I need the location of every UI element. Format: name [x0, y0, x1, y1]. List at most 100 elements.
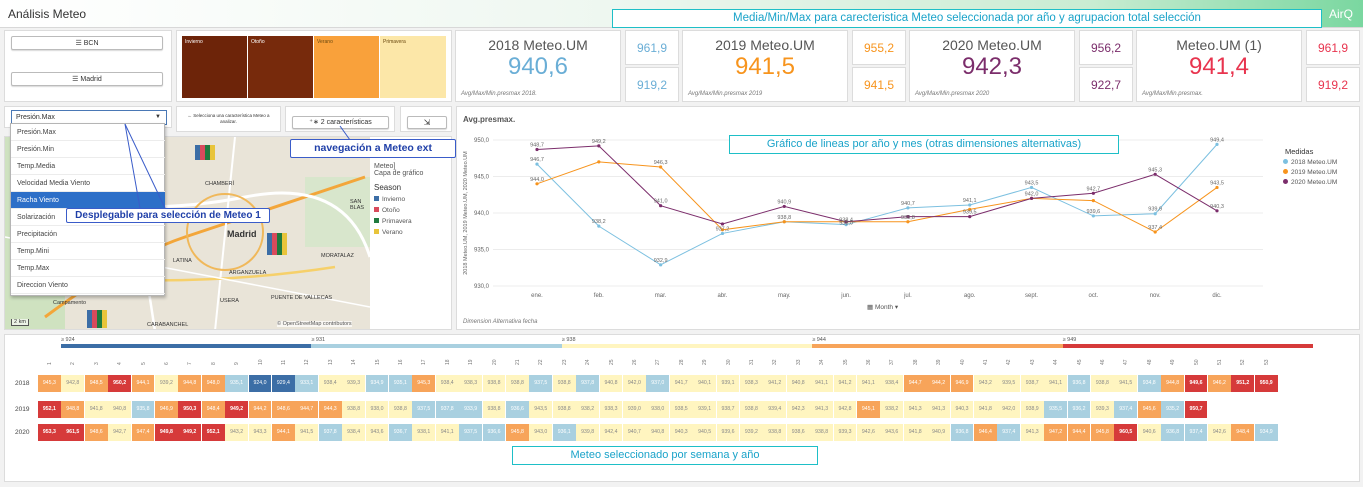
heatmap-cell[interactable]: 943,6	[880, 424, 904, 441]
heatmap-cell[interactable]: 948,8	[61, 401, 85, 418]
heatmap-cell[interactable]: 938,8	[763, 424, 787, 441]
heatmap-cell[interactable]: 934,9	[365, 375, 389, 392]
heatmap-cell[interactable]: 940,6	[1137, 424, 1161, 441]
series-point[interactable]	[1091, 198, 1095, 203]
heatmap-cell[interactable]: 941,3	[927, 401, 950, 418]
heatmap-cell[interactable]: 935,1	[225, 375, 248, 392]
heatmap-cell[interactable]: 936,7	[389, 424, 412, 441]
kpi-card[interactable]: 2020 Meteo.UM 942,3 Avg/Max/Min.presmax 20…	[909, 30, 1075, 102]
heatmap-cell[interactable]: 961,5	[61, 424, 85, 441]
heatmap-cell[interactable]: 938,8	[506, 375, 529, 392]
heatmap-cell[interactable]: 933,9	[459, 401, 482, 418]
heatmap-cell[interactable]: 951,2	[1231, 375, 1255, 392]
heatmap-cell[interactable]: 944,2	[927, 375, 950, 392]
heatmap-cell[interactable]: 946,9	[155, 401, 178, 418]
heatmap-cell[interactable]: 950,3	[178, 401, 202, 418]
heatmap-cell[interactable]: 936,1	[552, 424, 576, 441]
heatmap-cell[interactable]: 944,3	[318, 401, 342, 418]
heatmap-cell[interactable]: 940,9	[927, 424, 950, 441]
heatmap-cell[interactable]: 938,3	[459, 375, 482, 392]
heatmap-cell[interactable]: 950,7	[1184, 401, 1208, 418]
heatmap-cell[interactable]: 939,3	[342, 375, 365, 392]
heatmap-cell[interactable]: 948,0	[201, 375, 225, 392]
heatmap-cell[interactable]: 939,1	[716, 375, 740, 392]
heatmap-cell[interactable]: 935,1	[389, 375, 412, 392]
kpi-min-card[interactable]: 919,2	[625, 67, 679, 102]
heatmap-cell[interactable]: 948,4	[1231, 424, 1255, 441]
heatmap-cell[interactable]: 953,3	[38, 424, 61, 441]
heatmap-cell[interactable]: 938,0	[365, 401, 389, 418]
heatmap-cell[interactable]: 942,8	[61, 375, 85, 392]
heatmap-cell[interactable]: 942,6	[1208, 424, 1231, 441]
heatmap-cell[interactable]: 939,5	[997, 375, 1021, 392]
heatmap-cell[interactable]: 949,8	[155, 424, 178, 441]
heatmap-cell[interactable]: 944,7	[903, 375, 927, 392]
heatmap-cell[interactable]: 949,2	[225, 401, 248, 418]
heatmap-cell[interactable]: 952,1	[201, 424, 225, 441]
brand-label[interactable]: AirQ	[1329, 7, 1353, 21]
kpi-min-card[interactable]: 922,7	[1079, 67, 1133, 102]
heatmap-cell[interactable]: 943,5	[529, 401, 553, 418]
heatmap-cell[interactable]: 940,8	[646, 424, 670, 441]
heatmap-cell[interactable]: 944,1	[131, 375, 155, 392]
heatmap-cell[interactable]: 946,2	[1208, 375, 1231, 392]
heatmap-cell[interactable]: 947,2	[1044, 424, 1067, 441]
line-legend-item[interactable]: 2020 Meteo.UM	[1283, 179, 1337, 186]
heatmap-cell[interactable]: 938,3	[599, 401, 623, 418]
heatmap-cell[interactable]: 948,6	[272, 401, 295, 418]
heatmap-cell[interactable]: 940,7	[623, 424, 646, 441]
heatmap-cell[interactable]: 940,8	[786, 375, 810, 392]
heatmap-cell[interactable]: 938,2	[880, 401, 904, 418]
series-line-1[interactable]	[536, 161, 1218, 233]
heatmap-cell[interactable]: 949,2	[178, 424, 202, 441]
heatmap-cell[interactable]: 941,1	[1044, 375, 1067, 392]
heatmap-cell[interactable]: 935,8	[131, 401, 155, 418]
heatmap-cell[interactable]: 937,5	[459, 424, 482, 441]
heatmap-cell[interactable]: 938,9	[1020, 401, 1044, 418]
heatmap-cell[interactable]: 938,8	[740, 401, 763, 418]
heatmap-cell[interactable]: 938,8	[552, 375, 576, 392]
heatmap-cell[interactable]: 939,2	[155, 375, 178, 392]
heatmap-cell[interactable]: 940,8	[108, 401, 131, 418]
heatmap-cell[interactable]: 937,4	[1184, 424, 1208, 441]
heatmap-cell[interactable]: 942,8	[833, 401, 857, 418]
kpi-card[interactable]: 2018 Meteo.UM 940,6 Avg/Max/Min.presmax 20…	[455, 30, 621, 102]
heatmap-cell[interactable]: 945,6	[1137, 401, 1161, 418]
heatmap-cell[interactable]: 941,5	[1114, 375, 1138, 392]
heatmap-cell[interactable]: 938,3	[740, 375, 763, 392]
heatmap-cell[interactable]: 942,0	[623, 375, 646, 392]
month-dimension-selector[interactable]: ▦ Month ▾	[867, 303, 898, 311]
heatmap-cell[interactable]: 944,7	[295, 401, 319, 418]
heatmap-cell[interactable]: 941,1	[857, 375, 880, 392]
heatmap-cell[interactable]: 938,4	[318, 375, 342, 392]
heatmap-cell[interactable]: 941,8	[84, 401, 108, 418]
heatmap-cell[interactable]: 944,8	[178, 375, 202, 392]
kpi-max-card[interactable]: 955,2	[852, 30, 906, 65]
heatmap-cell[interactable]: 942,3	[786, 401, 810, 418]
heatmap-cell[interactable]: 960,5	[1114, 424, 1138, 441]
heatmap-cell[interactable]: 937,8	[318, 424, 342, 441]
heatmap-cell[interactable]: 945,1	[857, 401, 880, 418]
heatmap-cell[interactable]: 938,8	[389, 401, 412, 418]
heatmap-cell[interactable]: 948,5	[84, 375, 108, 392]
kpi-card[interactable]: Meteo.UM (1) 941,4 Avg/Max/Min.presmax.	[1136, 30, 1302, 102]
heatmap-cell[interactable]: 941,5	[295, 424, 319, 441]
heatmap-cell[interactable]: 937,8	[435, 401, 459, 418]
heatmap-cell[interactable]: 952,1	[38, 401, 61, 418]
heatmap-cell[interactable]: 938,1	[412, 424, 436, 441]
heatmap-cell[interactable]: 944,8	[1161, 375, 1184, 392]
heatmap-cell[interactable]: 934,9	[1254, 424, 1278, 441]
line-legend-item[interactable]: 2018 Meteo.UM	[1283, 159, 1337, 166]
heatmap-cell[interactable]: 945,3	[412, 375, 436, 392]
heatmap-cell[interactable]: 941,3	[1020, 424, 1044, 441]
heatmap-cell[interactable]: 938,8	[342, 401, 365, 418]
heatmap-cell[interactable]: 938,8	[552, 401, 576, 418]
series-line-0[interactable]	[536, 144, 1218, 266]
heatmap-cell[interactable]: 939,2	[740, 424, 763, 441]
kpi-card[interactable]: 2019 Meteo.UM 941,5 Avg/Max/Min.presmax 20…	[682, 30, 848, 102]
heatmap-cell[interactable]: 941,3	[903, 401, 927, 418]
heatmap-cell[interactable]: 943,3	[248, 424, 272, 441]
heatmap-cell[interactable]: 942,7	[108, 424, 131, 441]
heatmap-cell[interactable]: 940,1	[693, 375, 716, 392]
heatmap-cell[interactable]: 941,7	[669, 375, 693, 392]
